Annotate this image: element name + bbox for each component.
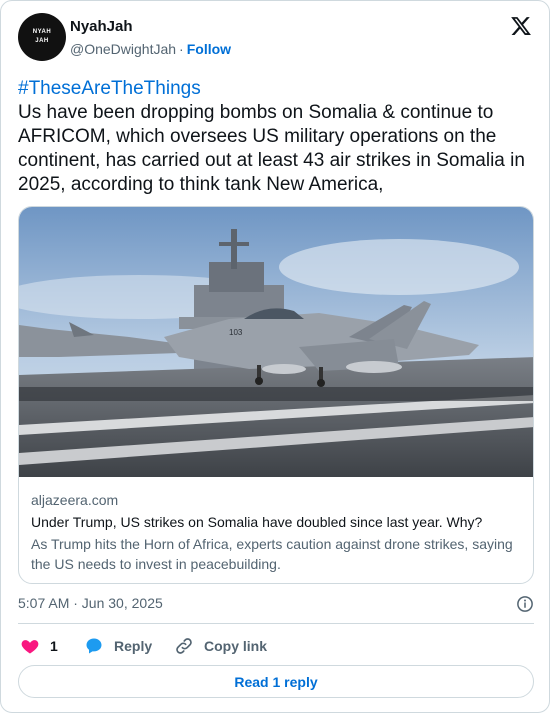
link-card-meta: aljazeera.com Under Trump, US strikes on… — [31, 490, 523, 574]
hashtag-link[interactable]: #TheseAreTheThings — [18, 77, 534, 101]
reply-label: Reply — [114, 638, 153, 654]
author-display-name[interactable]: NyahJah — [70, 18, 133, 35]
read-replies-button[interactable]: Read 1 reply — [18, 665, 534, 698]
heart-icon — [21, 640, 39, 654]
copy-link-button[interactable]: Copy link — [174, 634, 267, 658]
link-preview-card[interactable]: 103 aljazeera.com Under Trump, US strike… — [18, 206, 534, 584]
link-description: As Trump hits the Horn of Africa, expert… — [31, 536, 513, 572]
tweet-header: NYAH JAH NyahJah @OneDwightJah · Follow — [18, 13, 534, 63]
avatar-text-line2: JAH — [35, 38, 49, 44]
fighter-jet-photo: 103 — [19, 207, 533, 477]
tweet-body: Us have been dropping bombs on Somalia &… — [18, 102, 525, 195]
link-icon — [176, 638, 192, 654]
action-bar: 1 Reply Copy link — [18, 634, 534, 658]
author-handle-row: @OneDwightJah · Follow — [70, 41, 231, 57]
reply-button[interactable]: Reply — [84, 634, 152, 658]
separator-dot: · — [179, 41, 184, 57]
tweet-text: #TheseAreTheThings Us have been dropping… — [18, 77, 534, 197]
divider — [18, 623, 534, 624]
follow-button[interactable]: Follow — [187, 41, 231, 57]
tweet-embed-card: NYAH JAH NyahJah @OneDwightJah · Follow #T… — [0, 0, 550, 713]
avatar-text-line1: NYAH — [32, 29, 52, 35]
svg-text:103: 103 — [229, 328, 243, 337]
reply-bubble-icon — [86, 638, 102, 654]
avatar[interactable]: NYAH JAH — [18, 13, 66, 61]
tweet-timestamp[interactable]: 5:07 AM · Jun 30, 2025 — [18, 595, 163, 611]
info-icon[interactable] — [516, 595, 534, 613]
timestamp-row: 5:07 AM · Jun 30, 2025 — [18, 595, 534, 615]
link-title: Under Trump, US strikes on Somalia have … — [31, 514, 483, 530]
x-logo-icon[interactable] — [510, 15, 532, 37]
copy-link-label: Copy link — [204, 638, 268, 654]
like-count: 1 — [50, 638, 58, 654]
link-domain: aljazeera.com — [31, 492, 119, 508]
author-handle[interactable]: @OneDwightJah — [70, 41, 176, 57]
like-button[interactable]: 1 — [20, 634, 58, 658]
